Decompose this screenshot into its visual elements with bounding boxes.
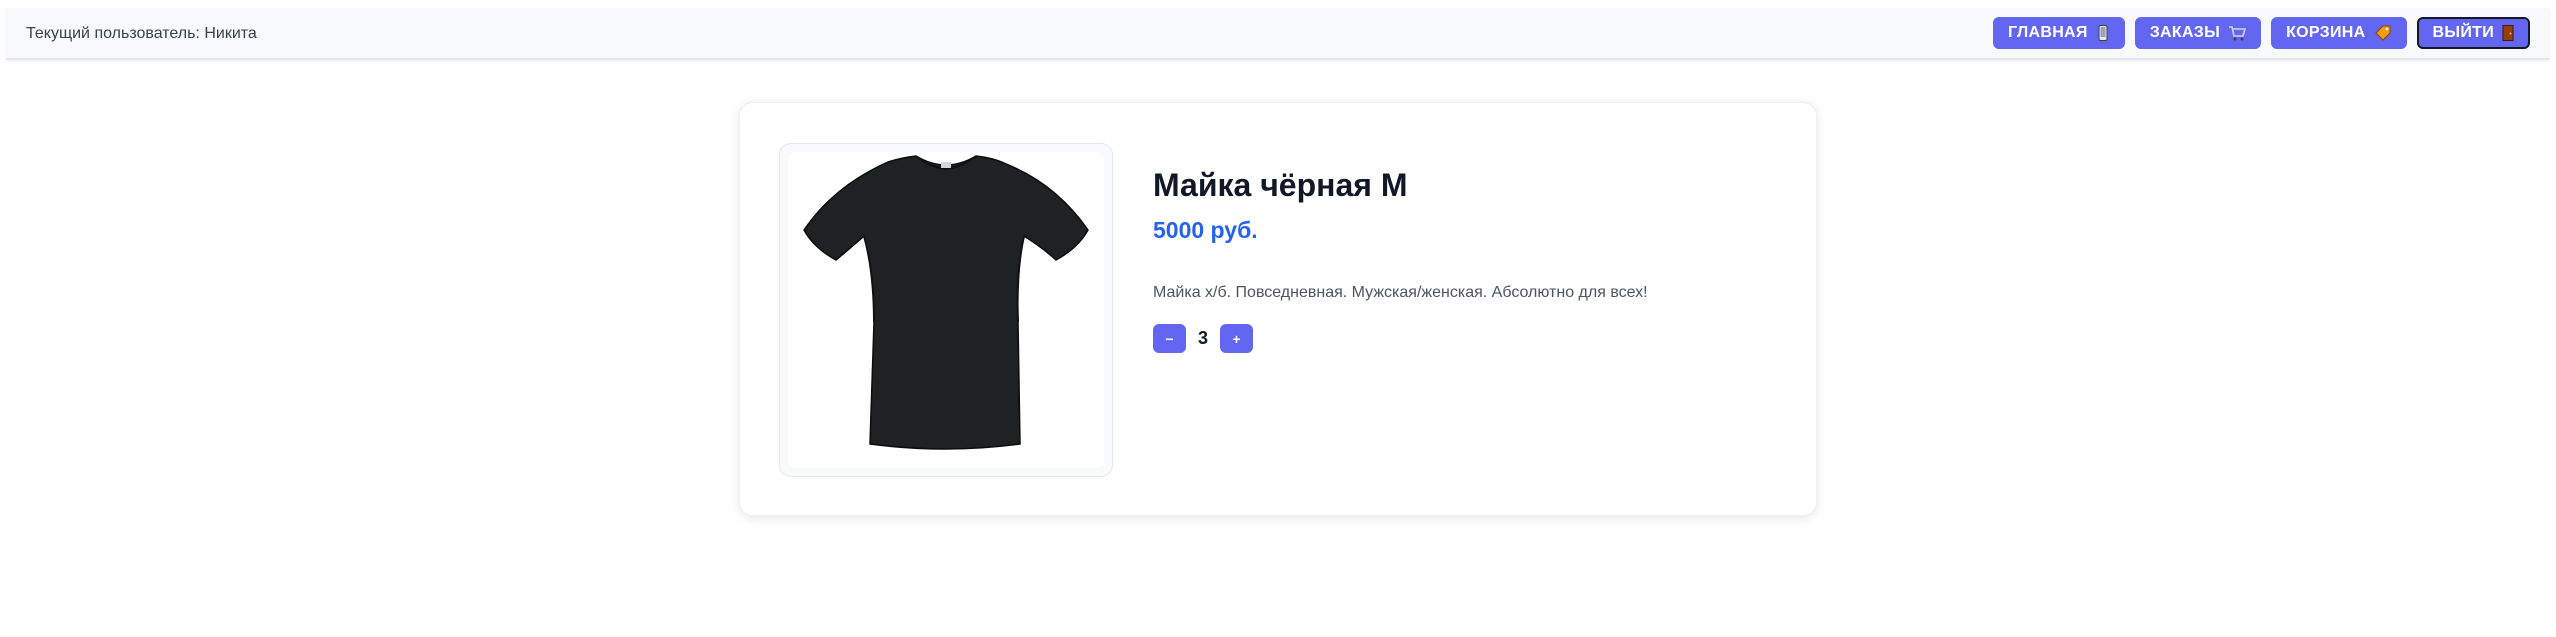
increment-button[interactable]: +: [1220, 324, 1254, 353]
product-card: Майка чёрная M 5000 руб. Майка х/б. Повс…: [739, 102, 1817, 516]
quantity-stepper: − 3 +: [1153, 324, 1254, 353]
nav-home-button[interactable]: ГЛАВНАЯ: [1992, 17, 2125, 49]
product-description: Майка х/б. Повседневная. Мужская/женская…: [1153, 284, 1648, 301]
tag-icon: [2374, 25, 2390, 41]
product-image: [788, 152, 1104, 468]
nav-cart-label: КОРЗИНА: [2286, 24, 2366, 41]
nav-orders-label: ЗАКАЗЫ: [2149, 24, 2221, 41]
main-nav: ГЛАВНАЯ ЗАКАЗЫ КОРЗИНА ВЫЙТИ: [1992, 17, 2530, 49]
nav-cart-button[interactable]: КОРЗИНА: [2271, 17, 2407, 49]
nav-home-label: ГЛАВНАЯ: [2007, 24, 2088, 41]
top-navbar: Текущий пользователь: Никита ГЛАВНАЯ ЗАК…: [6, 8, 2550, 60]
product-title: Майка чёрная M: [1153, 167, 1408, 203]
current-user-label: Текущий пользователь: Никита: [26, 25, 257, 42]
door-icon: [2502, 25, 2514, 41]
decrement-button[interactable]: −: [1153, 324, 1186, 353]
nav-logout-label: ВЫЙТИ: [2432, 24, 2494, 41]
phone-icon: [2098, 25, 2108, 41]
black-tshirt-image: [803, 155, 1089, 450]
quantity-value: 3: [1198, 328, 1209, 348]
product-image-frame: [779, 143, 1113, 477]
product-price: 5000 руб.: [1153, 217, 1258, 243]
nav-logout-button[interactable]: ВЫЙТИ: [2416, 17, 2530, 49]
cart-icon: [2229, 26, 2247, 41]
nav-orders-button[interactable]: ЗАКАЗЫ: [2134, 17, 2262, 49]
